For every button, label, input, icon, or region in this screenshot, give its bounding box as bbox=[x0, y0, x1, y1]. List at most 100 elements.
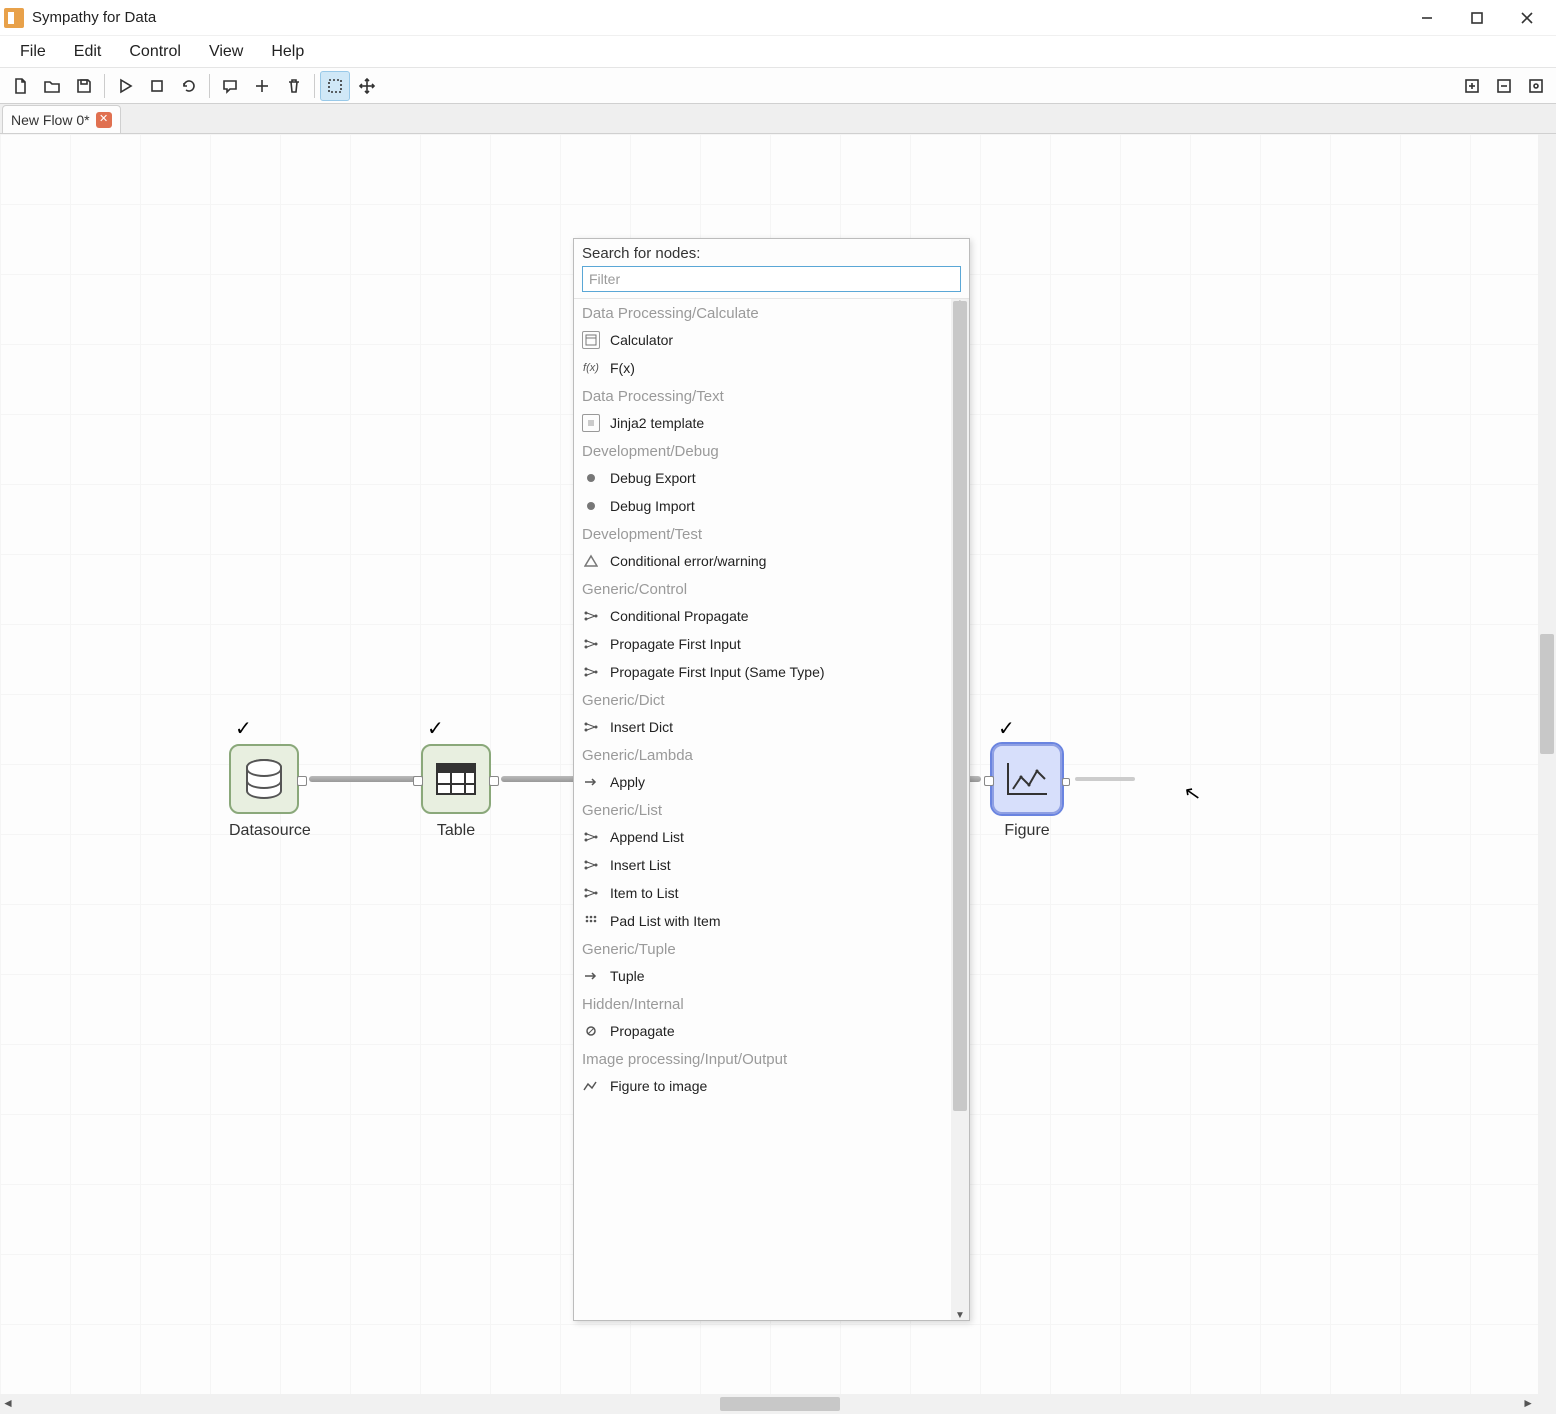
zoom-in-button[interactable] bbox=[1457, 71, 1487, 101]
node-list-item[interactable]: Pad List with Item bbox=[574, 907, 969, 935]
scroll-right-icon[interactable]: ► bbox=[1522, 1396, 1534, 1410]
category-header: Data Processing/Calculate bbox=[574, 299, 969, 326]
output-port[interactable] bbox=[1062, 778, 1070, 786]
node-table[interactable]: ✓ Table bbox=[421, 744, 491, 840]
menu-control[interactable]: Control bbox=[115, 39, 195, 65]
output-port[interactable] bbox=[489, 776, 499, 786]
scroll-down-icon[interactable]: ▼ bbox=[955, 1310, 965, 1320]
stop-button[interactable] bbox=[142, 71, 172, 101]
flow-icon bbox=[582, 663, 600, 681]
arrow-icon bbox=[582, 773, 600, 791]
scrollbar-thumb[interactable] bbox=[1540, 634, 1554, 754]
category-header: Generic/Tuple bbox=[574, 935, 969, 962]
node-item-label: Item to List bbox=[610, 885, 678, 901]
grid-icon bbox=[582, 912, 600, 930]
node-list-item[interactable]: Calculator bbox=[574, 326, 969, 354]
category-header: Data Processing/Text bbox=[574, 382, 969, 409]
node-datasource[interactable]: ✓ Datasource bbox=[229, 744, 311, 840]
search-input[interactable] bbox=[582, 266, 961, 292]
node-list-item[interactable]: Insert Dict bbox=[574, 713, 969, 741]
new-file-button[interactable] bbox=[5, 71, 35, 101]
tab-label: New Flow 0* bbox=[11, 112, 90, 128]
input-port[interactable] bbox=[413, 776, 423, 786]
node-icon bbox=[421, 744, 491, 814]
input-port[interactable] bbox=[984, 776, 994, 786]
popup-scrollbar-thumb[interactable] bbox=[953, 301, 967, 1111]
comment-button[interactable] bbox=[215, 71, 245, 101]
flow-icon bbox=[582, 607, 600, 625]
node-list-item[interactable]: Conditional error/warning bbox=[574, 547, 969, 575]
category-header: Generic/Control bbox=[574, 575, 969, 602]
node-list-item[interactable]: Propagate First Input bbox=[574, 630, 969, 658]
node-label: Figure bbox=[992, 822, 1062, 840]
maximize-button[interactable] bbox=[1452, 0, 1502, 36]
canvas-vertical-scrollbar[interactable] bbox=[1538, 134, 1556, 1394]
node-list-item[interactable]: Propagate bbox=[574, 1017, 969, 1045]
zoom-out-button[interactable] bbox=[1489, 71, 1519, 101]
node-list-item[interactable]: Item to List bbox=[574, 879, 969, 907]
connection-wire[interactable] bbox=[309, 776, 419, 782]
node-list[interactable]: Data Processing/Calculate Calculator f(x)F… bbox=[574, 298, 969, 1320]
node-item-label: Conditional error/warning bbox=[610, 553, 766, 569]
node-list-item[interactable]: Conditional Propagate bbox=[574, 602, 969, 630]
warning-icon bbox=[582, 552, 600, 570]
node-item-label: Calculator bbox=[610, 332, 673, 348]
menu-edit[interactable]: Edit bbox=[60, 39, 116, 65]
app-title: Sympathy for Data bbox=[32, 9, 1402, 26]
node-list-item[interactable]: Debug Import bbox=[574, 492, 969, 520]
close-button[interactable] bbox=[1502, 0, 1552, 36]
datasource-icon bbox=[246, 759, 282, 799]
flow-canvas[interactable]: ✓ Datasource ✓ Table ✓ Figur bbox=[0, 134, 1556, 1394]
add-button[interactable] bbox=[247, 71, 277, 101]
select-tool-button[interactable] bbox=[320, 71, 350, 101]
zoom-fit-button[interactable] bbox=[1521, 71, 1551, 101]
tab-close-icon[interactable]: ✕ bbox=[96, 112, 112, 128]
open-file-button[interactable] bbox=[37, 71, 67, 101]
node-list-item[interactable]: Append List bbox=[574, 823, 969, 851]
node-list-item[interactable]: Apply bbox=[574, 768, 969, 796]
window-controls bbox=[1402, 0, 1552, 36]
node-list-item[interactable]: Figure to image bbox=[574, 1072, 969, 1100]
titlebar: Sympathy for Data bbox=[0, 0, 1556, 36]
menu-help[interactable]: Help bbox=[257, 39, 318, 65]
node-list-item[interactable]: Debug Export bbox=[574, 464, 969, 492]
category-header: Generic/Dict bbox=[574, 686, 969, 713]
pan-tool-button[interactable] bbox=[352, 71, 382, 101]
flow-icon bbox=[582, 828, 600, 846]
delete-button[interactable] bbox=[279, 71, 309, 101]
menu-view[interactable]: View bbox=[195, 39, 257, 65]
node-item-label: Insert Dict bbox=[610, 719, 673, 735]
check-icon: ✓ bbox=[998, 716, 1015, 741]
node-list-item[interactable]: Propagate First Input (Same Type) bbox=[574, 658, 969, 686]
calculator-icon bbox=[582, 331, 600, 349]
node-search-popup: Search for nodes: Data Processing/Calcul… bbox=[573, 238, 970, 1321]
node-item-label: Insert List bbox=[610, 857, 671, 873]
tabbar: New Flow 0* ✕ bbox=[0, 104, 1556, 134]
node-list-item[interactable]: f(x)F(x) bbox=[574, 354, 969, 382]
node-figure[interactable]: ✓ Figure bbox=[992, 744, 1062, 840]
canvas-horizontal-scrollbar[interactable]: ◄ ► bbox=[0, 1394, 1556, 1414]
node-label: Table bbox=[421, 822, 491, 840]
popup-scrollbar[interactable]: ▲ ▼ bbox=[951, 299, 969, 1320]
reload-button[interactable] bbox=[174, 71, 204, 101]
node-item-label: Figure to image bbox=[610, 1078, 707, 1094]
node-list-item[interactable]: Jinja2 template bbox=[574, 409, 969, 437]
scroll-left-icon[interactable]: ◄ bbox=[2, 1396, 14, 1410]
minimize-button[interactable] bbox=[1402, 0, 1452, 36]
node-icon bbox=[229, 744, 299, 814]
table-icon bbox=[436, 763, 476, 795]
run-button[interactable] bbox=[110, 71, 140, 101]
node-label: Datasource bbox=[229, 822, 311, 840]
node-list-item[interactable]: Insert List bbox=[574, 851, 969, 879]
toolbar-separator bbox=[314, 74, 315, 98]
tab-flow[interactable]: New Flow 0* ✕ bbox=[2, 105, 121, 133]
output-port[interactable] bbox=[297, 776, 307, 786]
node-item-label: Pad List with Item bbox=[610, 913, 721, 929]
node-list-item[interactable]: Tuple bbox=[574, 962, 969, 990]
connection-stub[interactable] bbox=[1075, 777, 1135, 781]
scrollbar-thumb[interactable] bbox=[720, 1397, 840, 1411]
circle-icon bbox=[582, 1022, 600, 1040]
menu-file[interactable]: File bbox=[6, 39, 60, 65]
category-header: Development/Debug bbox=[574, 437, 969, 464]
save-button[interactable] bbox=[69, 71, 99, 101]
